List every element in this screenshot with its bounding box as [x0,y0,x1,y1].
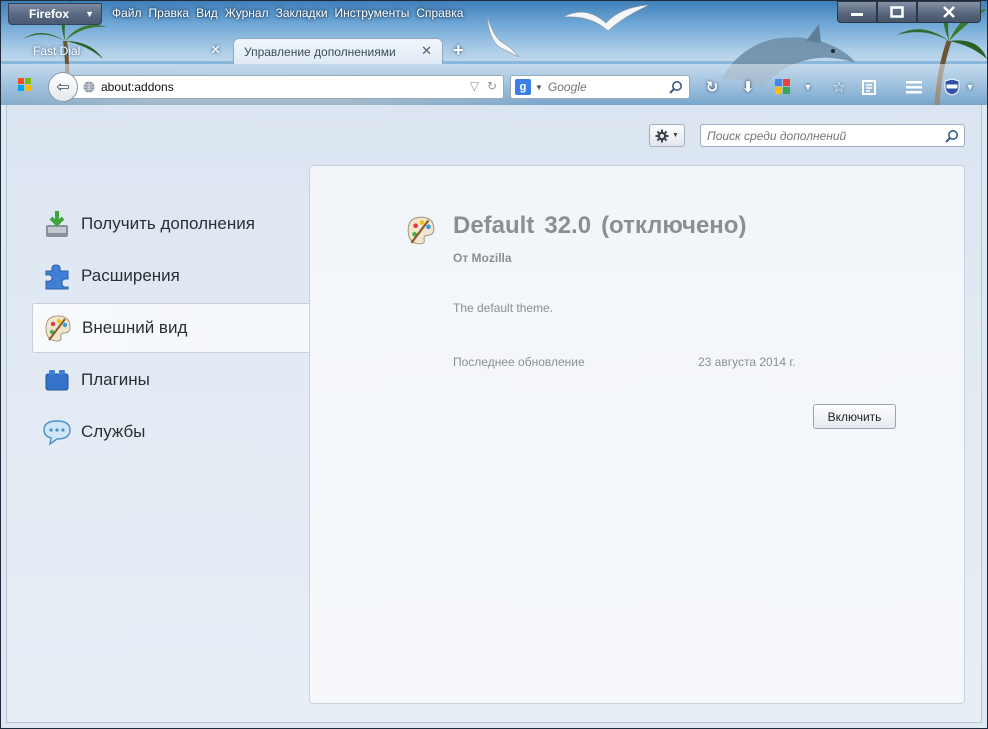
category-appearance[interactable]: Внешний вид [32,303,310,353]
minimize-icon [851,13,863,16]
tab-label: Управление дополнениями [244,44,396,59]
seagull-decoration [562,4,650,32]
theme-palette-icon [407,216,435,245]
last-update-value: 23 августа 2014 г. [698,355,796,369]
category-label: Службы [81,422,146,441]
addon-version: 32.0 [544,212,592,239]
addon-author: От Mozilla [453,251,512,265]
addon-status: (отключено) [601,212,747,239]
firefox-menu-button[interactable]: Firefox ▼ [8,3,102,25]
menu-view[interactable]: Вид [196,6,218,20]
maximize-icon [890,6,904,18]
chevron-down-icon: ▼ [672,132,679,139]
category-extensions[interactable]: Расширения [32,251,310,301]
palette-icon [43,313,73,343]
plugin-brick-icon [42,365,72,395]
menu-tools[interactable]: Инструменты [335,6,410,20]
addon-search-box[interactable] [700,124,965,147]
menu-bookmarks[interactable]: Закладки [276,6,328,20]
bookmark-star-icon[interactable]: ☆ [828,76,850,98]
web-search-input[interactable] [547,80,668,94]
minimize-button[interactable] [837,1,877,23]
addon-title: Default 32.0 (отключено) [453,212,756,240]
seagull-decoration-2 [486,14,520,57]
close-window-button[interactable] [917,1,981,23]
back-arrow-icon: ⇦ [56,79,70,96]
google-bookmarks-icon[interactable] [773,76,795,98]
url-dropdown-icon[interactable]: ▽ [470,79,479,93]
tab-addons-manager[interactable]: Управление дополнениями ✕ [233,38,443,64]
menu-help[interactable]: Справка [416,6,463,20]
category-plugins[interactable]: Плагины [32,355,310,405]
menu-bar: Файл Правка Вид Журнал Закладки Инструме… [112,6,470,20]
chevron-down-icon[interactable]: ▼ [797,76,819,98]
last-update-label: Последнее обновление [453,355,585,369]
addons-manager-page: ▼ Получить дополнения [6,105,982,723]
chevron-down-icon[interactable]: ▼ [959,76,981,98]
new-tab-button[interactable]: + [453,40,464,61]
menu-history[interactable]: Журнал [225,6,269,20]
google-grid-icon [775,79,790,94]
addon-name: Default [453,212,535,239]
windows-logo-icon [18,78,31,91]
category-services[interactable]: Службы [32,407,310,457]
search-icon[interactable] [945,129,959,143]
category-label: Получить дополнения [81,214,255,233]
speech-bubble-icon [42,417,72,447]
window-controls [837,1,981,23]
tab-label: Fast Dial [33,44,81,58]
globe-icon [83,81,95,93]
tab-close-icon[interactable]: ✕ [210,42,221,58]
chevron-down-icon: ▼ [535,82,543,92]
puzzle-icon [42,261,72,291]
category-get-addons[interactable]: Получить дополнения [32,199,310,249]
browser-chrome: Firefox ▼ Файл Правка Вид Журнал Закладк… [1,1,987,105]
tab-fast-dial[interactable]: Fast Dial ✕ [9,38,231,64]
menu-edit[interactable]: Правка [149,6,190,20]
menu-file[interactable]: Файл [112,6,142,20]
category-label: Расширения [81,266,180,285]
addon-description: The default theme. [453,301,554,315]
reload-icon[interactable]: ↻ [487,79,497,93]
download-icon[interactable]: ⬇ [737,76,759,98]
addons-tools-button[interactable]: ▼ [649,124,685,147]
reload-page-icon[interactable]: ↻ [701,76,723,98]
category-label: Плагины [81,370,150,389]
browser-window: Firefox ▼ Файл Правка Вид Журнал Закладк… [0,0,988,729]
gear-icon [655,129,669,142]
clipboard-icon [862,80,876,95]
chevron-down-icon: ▼ [85,9,94,19]
url-text: about:addons [101,80,174,94]
url-controls: ▽ ↻ [470,79,497,93]
get-addons-icon [42,209,72,239]
maximize-button[interactable] [877,1,917,23]
bookmarks-list-icon[interactable] [858,76,880,98]
url-bar[interactable]: about:addons ▽ ↻ [68,75,504,99]
firefox-menu-label: Firefox [29,7,70,21]
search-icon[interactable] [669,80,683,94]
navigation-toolbar: about:addons ▽ ↻ ⇦ g ▼ ↻ ⬇ [1,64,987,105]
hamburger-menu-icon[interactable] [903,76,925,98]
addon-detail-pane: Default 32.0 (отключено) От Mozilla The de… [309,165,965,704]
web-search-bar[interactable]: g ▼ [510,75,690,99]
addon-search-input[interactable] [707,128,937,143]
category-label: Внешний вид [82,318,188,337]
enable-button[interactable]: Включить [813,404,896,429]
google-icon[interactable]: g [515,79,531,95]
close-icon [943,6,955,18]
back-button[interactable]: ⇦ [48,72,78,102]
tab-close-icon[interactable]: ✕ [421,43,432,59]
menu-lines-icon [906,81,922,94]
